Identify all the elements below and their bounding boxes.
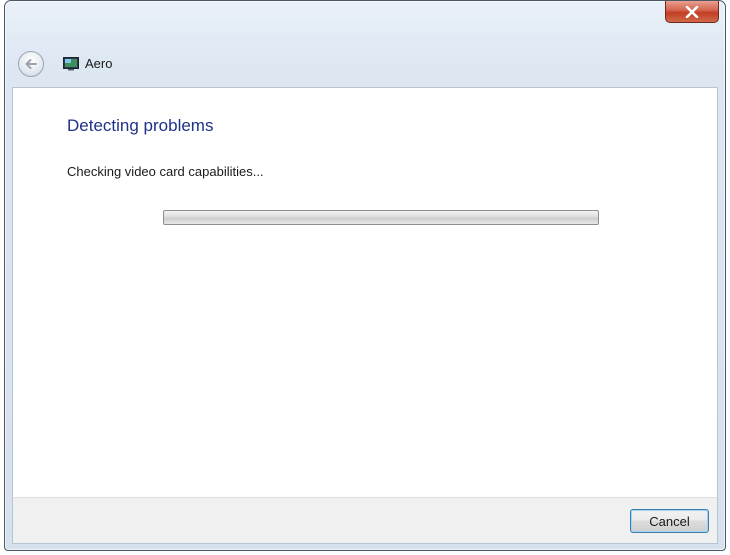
cancel-button[interactable]: Cancel	[630, 509, 709, 533]
back-arrow-icon	[25, 59, 37, 69]
progress-bar	[163, 210, 599, 225]
window-title: Aero	[85, 56, 113, 71]
footer-bar: Cancel	[12, 497, 718, 544]
status-text: Checking video card capabilities...	[67, 164, 264, 179]
navigation-bar: Aero	[5, 45, 725, 85]
content-panel: Detecting problems Checking video card c…	[12, 87, 718, 497]
close-button[interactable]	[665, 1, 719, 23]
troubleshooter-window: Aero Detecting problems Checking video c…	[4, 0, 726, 551]
close-icon	[685, 5, 699, 18]
display-icon	[63, 57, 79, 71]
page-heading: Detecting problems	[67, 116, 214, 135]
back-button[interactable]	[18, 51, 44, 77]
